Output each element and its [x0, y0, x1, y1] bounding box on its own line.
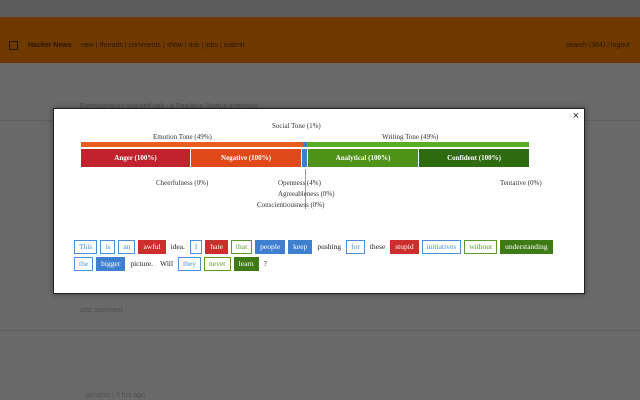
word-token[interactable]: is — [100, 240, 116, 255]
hn-footer-line: jsmarks | 3 hrs ago — [86, 392, 146, 399]
tone-analyzer-modal: × Social Tone (1%) Emotion Tone (49%) Wr… — [53, 108, 585, 294]
hn-top-bar: Hacker News new | threads | comments | s… — [0, 38, 640, 54]
close-icon[interactable]: × — [573, 110, 579, 122]
conscientiousness-label: Conscientiousness (0%) — [257, 201, 325, 209]
hn-user-links[interactable]: search (384) | logout — [566, 42, 630, 49]
word-token[interactable]: they — [178, 256, 201, 271]
word-token: picture. — [130, 258, 154, 268]
negative-segment[interactable]: Negative (100%) — [191, 149, 301, 167]
highlighted-text: This is an awful idea. Ihate that people keep pus… — [74, 240, 564, 273]
word-token[interactable]: for — [346, 240, 365, 255]
word-token[interactable]: never — [204, 256, 231, 271]
word-token[interactable]: that — [230, 240, 253, 255]
word-token[interactable]: without — [464, 240, 498, 255]
social-segment[interactable] — [302, 149, 307, 167]
hn-logo-icon[interactable] — [9, 41, 18, 50]
hn-nav-links[interactable]: new | threads | comments | show | ask | … — [81, 42, 244, 49]
emotion-tone-bar — [81, 142, 303, 147]
negative-segment-label: Negative (100%) — [221, 154, 271, 162]
word-token[interactable]: This — [74, 240, 98, 255]
writing-tone-bar — [307, 142, 529, 147]
word-token: these — [369, 242, 386, 252]
hn-site-title[interactable]: Hacker News — [28, 42, 72, 49]
cheerfulness-label: Cheerfulness (0%) — [156, 179, 209, 187]
confident-segment-label: Confident (100%) — [447, 154, 501, 162]
word-token[interactable]: keep — [288, 240, 313, 255]
word-token[interactable]: hate — [205, 240, 228, 255]
analytical-segment[interactable]: Analytical (100%) — [308, 149, 418, 167]
word-token: Will — [160, 258, 174, 268]
word-token[interactable]: understanding — [500, 240, 553, 255]
word-token[interactable]: an — [118, 240, 136, 255]
analytical-segment-label: Analytical (100%) — [335, 154, 391, 162]
word-token[interactable]: learn — [233, 256, 259, 271]
openness-label: Openness (4%) — [278, 179, 321, 187]
confident-segment[interactable]: Confident (100%) — [419, 149, 529, 167]
writing-tone-label: Writing Tone (49%) — [382, 133, 439, 141]
word-token[interactable]: bigger — [96, 256, 126, 271]
word-token: idea. — [170, 242, 185, 252]
anger-segment[interactable]: Anger (100%) — [81, 149, 190, 167]
word-token[interactable]: stupid — [390, 240, 419, 255]
word-token: pushing — [317, 242, 342, 252]
word-token[interactable]: awful — [138, 240, 166, 255]
word-token[interactable]: I — [189, 240, 203, 255]
agreeableness-label: Agreeableness (0%) — [278, 190, 335, 198]
divider — [0, 330, 640, 331]
social-tone-label: Social Tone (1%) — [272, 122, 321, 130]
anger-segment-label: Anger (100%) — [114, 154, 157, 162]
tentative-label: Tentative (0%) — [500, 179, 542, 187]
word-token: ? — [263, 258, 267, 268]
word-token[interactable]: the — [74, 256, 94, 271]
emotion-tone-label: Emotion Tone (49%) — [153, 133, 212, 141]
hn-add-comment[interactable]: add comment — [80, 307, 122, 314]
word-token[interactable]: people — [255, 240, 286, 255]
word-token[interactable]: initiatives — [421, 240, 462, 255]
